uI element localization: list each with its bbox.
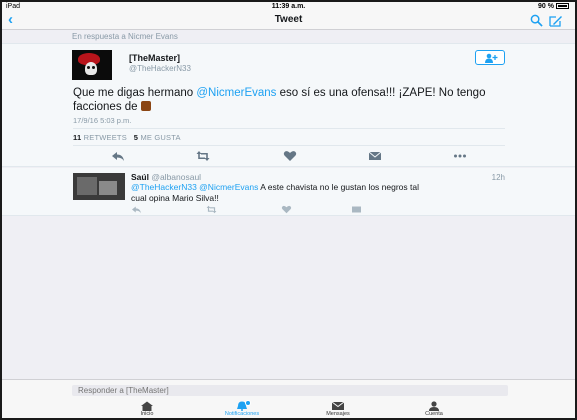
- reply-icon[interactable]: [111, 150, 125, 162]
- direct-message-icon[interactable]: [351, 205, 362, 214]
- reply-author[interactable]: Saúl @albanosaul: [131, 172, 201, 182]
- avatar[interactable]: [72, 50, 112, 80]
- tab-label: Notificaciones: [224, 411, 260, 417]
- mention-link[interactable]: @NicmerEvans: [196, 87, 276, 99]
- tweet-text-part1: Que me digas hermano: [73, 87, 197, 99]
- mention-link[interactable]: @NicmerEvans: [199, 182, 258, 192]
- like-icon[interactable]: [281, 205, 292, 214]
- tab-label: Mensajes: [326, 411, 350, 417]
- reply-context[interactable]: En respuesta a Nicmer Evans: [2, 30, 575, 43]
- likes-label[interactable]: ME GUSTA: [140, 133, 180, 142]
- tab-messages[interactable]: Mensajes: [298, 399, 378, 418]
- likes-count[interactable]: 5: [134, 133, 138, 142]
- reply-handle: @albanosaul: [151, 172, 202, 182]
- battery-icon: [556, 3, 569, 9]
- retweets-label[interactable]: RETWEETS: [84, 133, 127, 142]
- page-title: Tweet: [274, 14, 303, 25]
- reply-tweet[interactable]: Saúl @albanosaul 12h @TheHackerN33 @Nicm…: [2, 168, 575, 216]
- tab-label: Inicio: [140, 411, 154, 417]
- reply-text: @TheHackerN33 @NicmerEvans A este chavis…: [131, 182, 431, 204]
- like-icon[interactable]: [283, 150, 297, 162]
- direct-message-icon[interactable]: [368, 150, 382, 162]
- reply-icon[interactable]: [131, 205, 142, 214]
- tab-account[interactable]: Cuenta: [394, 399, 474, 418]
- empty-area: [2, 217, 575, 379]
- divider: [73, 145, 505, 146]
- reply-display-name: Saúl: [131, 172, 149, 182]
- add-user-icon: [485, 53, 498, 63]
- reply-time: 12h: [491, 173, 505, 182]
- follow-button[interactable]: [475, 50, 505, 65]
- user-handle[interactable]: @TheHackerN33: [129, 64, 191, 73]
- reply-input[interactable]: [72, 385, 508, 396]
- compose-icon[interactable]: [549, 14, 563, 27]
- search-icon[interactable]: [530, 14, 543, 27]
- mention-link[interactable]: @TheHackerN33: [131, 182, 197, 192]
- battery-percent: 90 %: [538, 3, 554, 10]
- more-icon[interactable]: [453, 150, 467, 162]
- timestamp: 17/9/16 5:03 p.m.: [73, 116, 132, 125]
- display-name[interactable]: [TheMaster]: [129, 53, 180, 63]
- clock: 11:39 a.m.: [271, 3, 306, 10]
- tweet-actions: [73, 150, 505, 162]
- envelope-icon: [331, 401, 345, 410]
- retweet-icon[interactable]: [206, 205, 217, 214]
- person-icon: [429, 401, 439, 411]
- engagement-stats: 11 RETWEETS 5 ME GUSTA: [73, 133, 181, 142]
- retweet-icon[interactable]: [196, 150, 210, 162]
- reply-bar: [2, 379, 575, 399]
- tweet-text: Que me digas hermano @NicmerEvans eso sí…: [73, 86, 493, 114]
- tab-notifications[interactable]: Notificaciones: [202, 399, 282, 418]
- emoji-icon: [140, 101, 151, 111]
- nav-bar: ‹ Tweet: [2, 11, 575, 30]
- divider: [73, 128, 505, 129]
- notification-badge: [245, 400, 251, 406]
- status-bar: iPad 11:39 a.m. 90 %: [2, 2, 575, 11]
- reply-actions: [131, 205, 421, 214]
- retweets-count[interactable]: 11: [73, 133, 81, 142]
- tab-bar: Inicio Notificaciones Mensajes Cuenta: [2, 399, 575, 418]
- battery-status: 90 %: [538, 2, 569, 11]
- app-frame: iPad 11:39 a.m. 90 % ‹ Tweet En respuest…: [0, 0, 577, 420]
- tab-label: Cuenta: [425, 411, 443, 417]
- main-tweet: [TheMaster] @TheHackerN33 Que me digas h…: [2, 43, 575, 167]
- tab-home[interactable]: Inicio: [107, 399, 187, 418]
- home-icon: [141, 401, 153, 411]
- avatar[interactable]: [73, 173, 125, 200]
